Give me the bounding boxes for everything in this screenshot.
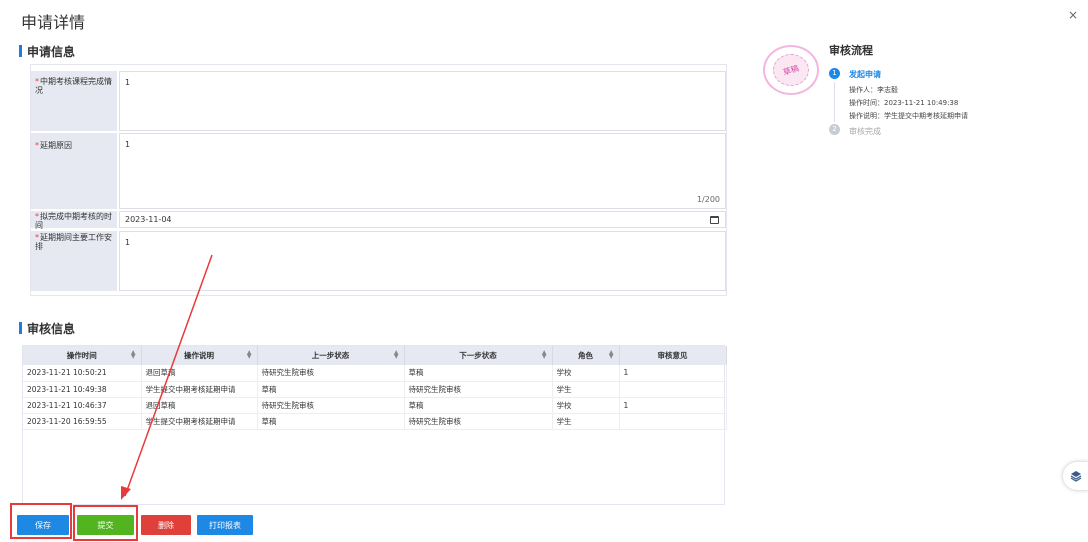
print-report-button[interactable]: 打印报表 xyxy=(197,515,253,535)
review-table: 操作时间 ▲ ▼ 操作说明 ▲ ▼ 上一步状态 ▲ ▼ 下一步状态 ▲ ▼ 角色 ▲ ▼ 审核意见 … xyxy=(22,345,727,505)
field-label-course-completion: *中期考核课程完成情况 xyxy=(31,71,117,131)
flow-title: 审核流程 xyxy=(829,44,873,57)
cell-prev-state: 待研究生院审核 xyxy=(257,397,405,414)
cell-role: 学生 xyxy=(552,381,620,398)
cell-prev-state: 草稿 xyxy=(257,413,405,430)
cell-next-state: 草稿 xyxy=(404,365,553,382)
sort-icon: ▲ ▼ xyxy=(541,349,547,360)
col-header-next-state[interactable]: 下一步状态 ▲ ▼ xyxy=(404,346,553,365)
delay-reason-value: 1 xyxy=(125,140,131,149)
field-label-delay-reason: *延期原因 xyxy=(31,133,117,209)
char-counter: 1/200 xyxy=(696,195,720,204)
step-2-title: 审核完成 xyxy=(849,127,881,136)
dialog-title: 申请详情 xyxy=(21,13,86,32)
delete-button[interactable]: 删除 xyxy=(141,515,191,535)
save-highlight-box xyxy=(10,503,72,539)
stamp-text: 草稿 xyxy=(782,63,800,77)
table-row[interactable]: 2023-11-21 10:49:38 学生提交中期考核延期申请 草稿 待研究生院审核… xyxy=(23,381,727,398)
close-icon[interactable]: × xyxy=(1068,8,1078,22)
sort-icon: ▲ ▼ xyxy=(246,349,252,360)
field-label-planned-date: *拟完成中期考核的时间 xyxy=(31,211,117,230)
cell-prev-state: 待研究生院审核 xyxy=(257,365,405,382)
table-row[interactable]: 2023-11-21 10:50:21 退回草稿 待研究生院审核 草稿 学校 1 xyxy=(23,365,727,382)
field-label-work-plan: *延期期间主要工作安排 xyxy=(31,231,117,291)
form-row-work-plan: *延期期间主要工作安排 1 xyxy=(31,231,728,291)
sort-icon: ▲ ▼ xyxy=(130,349,136,360)
application-detail-dialog: 申请详情 × 申请信息 *中期考核课程完成情况 1 *延期原因 1 1/200 … xyxy=(0,0,1088,542)
table-row[interactable]: 2023-11-21 10:46:37 退回草稿 待研究生院审核 草稿 学校 1 xyxy=(23,397,727,414)
form-row-planned-date: *拟完成中期考核的时间 2023-11-04 xyxy=(31,211,728,230)
cell-desc: 学生提交中期考核延期申请 xyxy=(141,381,258,398)
col-header-desc[interactable]: 操作说明 ▲ ▼ xyxy=(141,346,258,365)
form-row-course-completion: *中期考核课程完成情况 1 xyxy=(31,71,728,131)
step-1-operator: 操作人：李志毅 xyxy=(849,86,898,94)
cell-opinion: 1 xyxy=(619,365,727,382)
cell-role: 学校 xyxy=(552,365,620,382)
cell-next-state: 待研究生院审核 xyxy=(404,413,553,430)
step-1-time: 操作时间：2023-11-21 10:49:38 xyxy=(849,99,959,107)
work-plan-textarea[interactable]: 1 xyxy=(119,231,726,291)
calendar-icon[interactable] xyxy=(710,216,719,224)
cell-time: 2023-11-20 16:59:55 xyxy=(23,413,142,430)
course-completion-textarea[interactable]: 1 xyxy=(119,71,726,131)
step-2-indicator: 2 xyxy=(829,124,840,135)
apply-form: *中期考核课程完成情况 1 *延期原因 1 1/200 *拟完成中期考核的时间 … xyxy=(30,64,727,296)
col-header-role[interactable]: 角色 ▲ ▼ xyxy=(552,346,620,365)
cell-opinion xyxy=(619,413,727,430)
step-1-indicator: 1 xyxy=(829,68,840,79)
cell-time: 2023-11-21 10:49:38 xyxy=(23,381,142,398)
submit-highlight-box xyxy=(73,505,138,541)
cell-opinion xyxy=(619,381,727,398)
cell-opinion: 1 xyxy=(619,397,727,414)
cell-role: 学校 xyxy=(552,397,620,414)
table-row[interactable]: 2023-11-20 16:59:55 学生提交中期考核延期申请 草稿 待研究生院审核… xyxy=(23,413,727,430)
layers-button[interactable] xyxy=(1063,462,1088,490)
col-header-opinion: 审核意见 xyxy=(619,346,727,365)
planned-date-input[interactable]: 2023-11-04 xyxy=(119,211,726,228)
apply-section-title: 申请信息 xyxy=(19,43,75,60)
cell-desc: 学生提交中期考核延期申请 xyxy=(141,413,258,430)
layers-icon xyxy=(1070,471,1082,482)
cell-next-state: 草稿 xyxy=(404,397,553,414)
col-header-time[interactable]: 操作时间 ▲ ▼ xyxy=(23,346,142,365)
step-connector xyxy=(834,82,835,122)
cell-time: 2023-11-21 10:46:37 xyxy=(23,397,142,414)
review-section-title: 审核信息 xyxy=(19,320,75,337)
cell-next-state: 待研究生院审核 xyxy=(404,381,553,398)
sort-icon: ▲ ▼ xyxy=(608,349,614,360)
cell-prev-state: 草稿 xyxy=(257,381,405,398)
draft-stamp: 草稿 xyxy=(763,45,819,95)
step-1-desc: 操作说明：学生提交中期考核延期申请 xyxy=(849,112,968,120)
delay-reason-textarea[interactable]: 1 1/200 xyxy=(119,133,726,209)
form-row-delay-reason: *延期原因 1 1/200 xyxy=(31,133,728,209)
cell-desc: 退回草稿 xyxy=(141,365,258,382)
table-header-row: 操作时间 ▲ ▼ 操作说明 ▲ ▼ 上一步状态 ▲ ▼ 下一步状态 ▲ ▼ 角色 ▲ ▼ 审核意见 xyxy=(23,346,727,365)
sort-icon: ▲ ▼ xyxy=(393,349,399,360)
planned-date-value: 2023-11-04 xyxy=(125,215,172,224)
cell-desc: 退回草稿 xyxy=(141,397,258,414)
cell-time: 2023-11-21 10:50:21 xyxy=(23,365,142,382)
step-1-title: 发起申请 xyxy=(849,70,881,79)
cell-role: 学生 xyxy=(552,413,620,430)
col-header-prev-state[interactable]: 上一步状态 ▲ ▼ xyxy=(257,346,405,365)
